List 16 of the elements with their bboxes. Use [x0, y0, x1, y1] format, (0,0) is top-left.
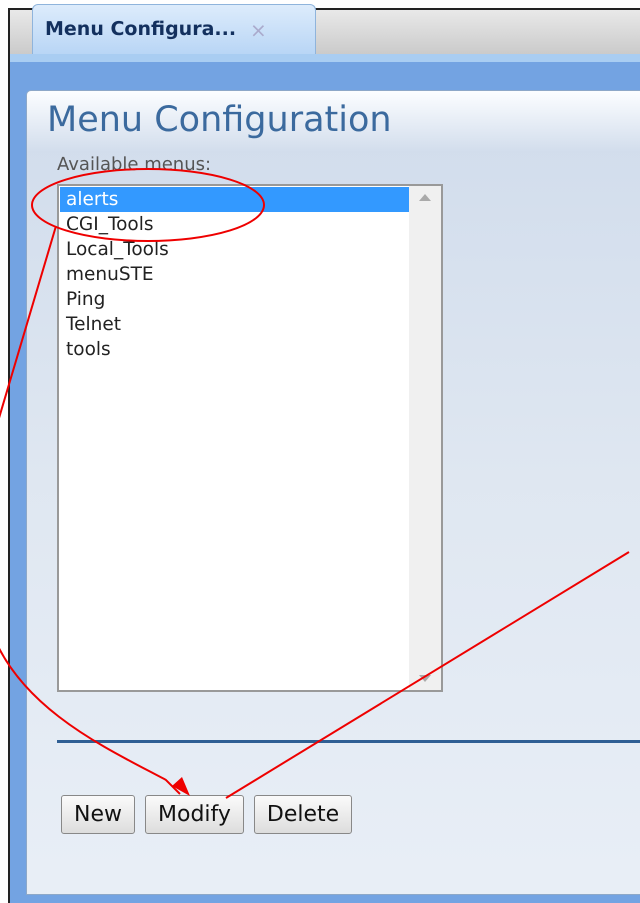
menu-listbox[interactable]: alerts CGI_Tools Local_Tools menuSTE Ping Telnet tools: [57, 184, 443, 692]
page-title: Menu Configuration: [47, 99, 393, 141]
list-item[interactable]: CGI_Tools: [60, 212, 409, 237]
list-item[interactable]: Telnet: [60, 312, 409, 337]
list-item[interactable]: menuSTE: [60, 262, 409, 287]
scroll-up-icon[interactable]: [419, 194, 431, 201]
list-item[interactable]: tools: [60, 337, 409, 362]
scroll-down-icon[interactable]: [419, 675, 431, 682]
action-button[interactable]: Modify: [145, 795, 244, 834]
action-button[interactable]: New: [61, 795, 135, 834]
action-button[interactable]: Delete: [254, 795, 352, 834]
scrollbar[interactable]: [409, 186, 441, 690]
tab[interactable]: Menu Configura... ×: [32, 4, 316, 54]
tab-label: Menu Configura...: [45, 17, 236, 42]
list-item[interactable]: Local_Tools: [60, 237, 409, 262]
list-item[interactable]: Ping: [60, 287, 409, 312]
